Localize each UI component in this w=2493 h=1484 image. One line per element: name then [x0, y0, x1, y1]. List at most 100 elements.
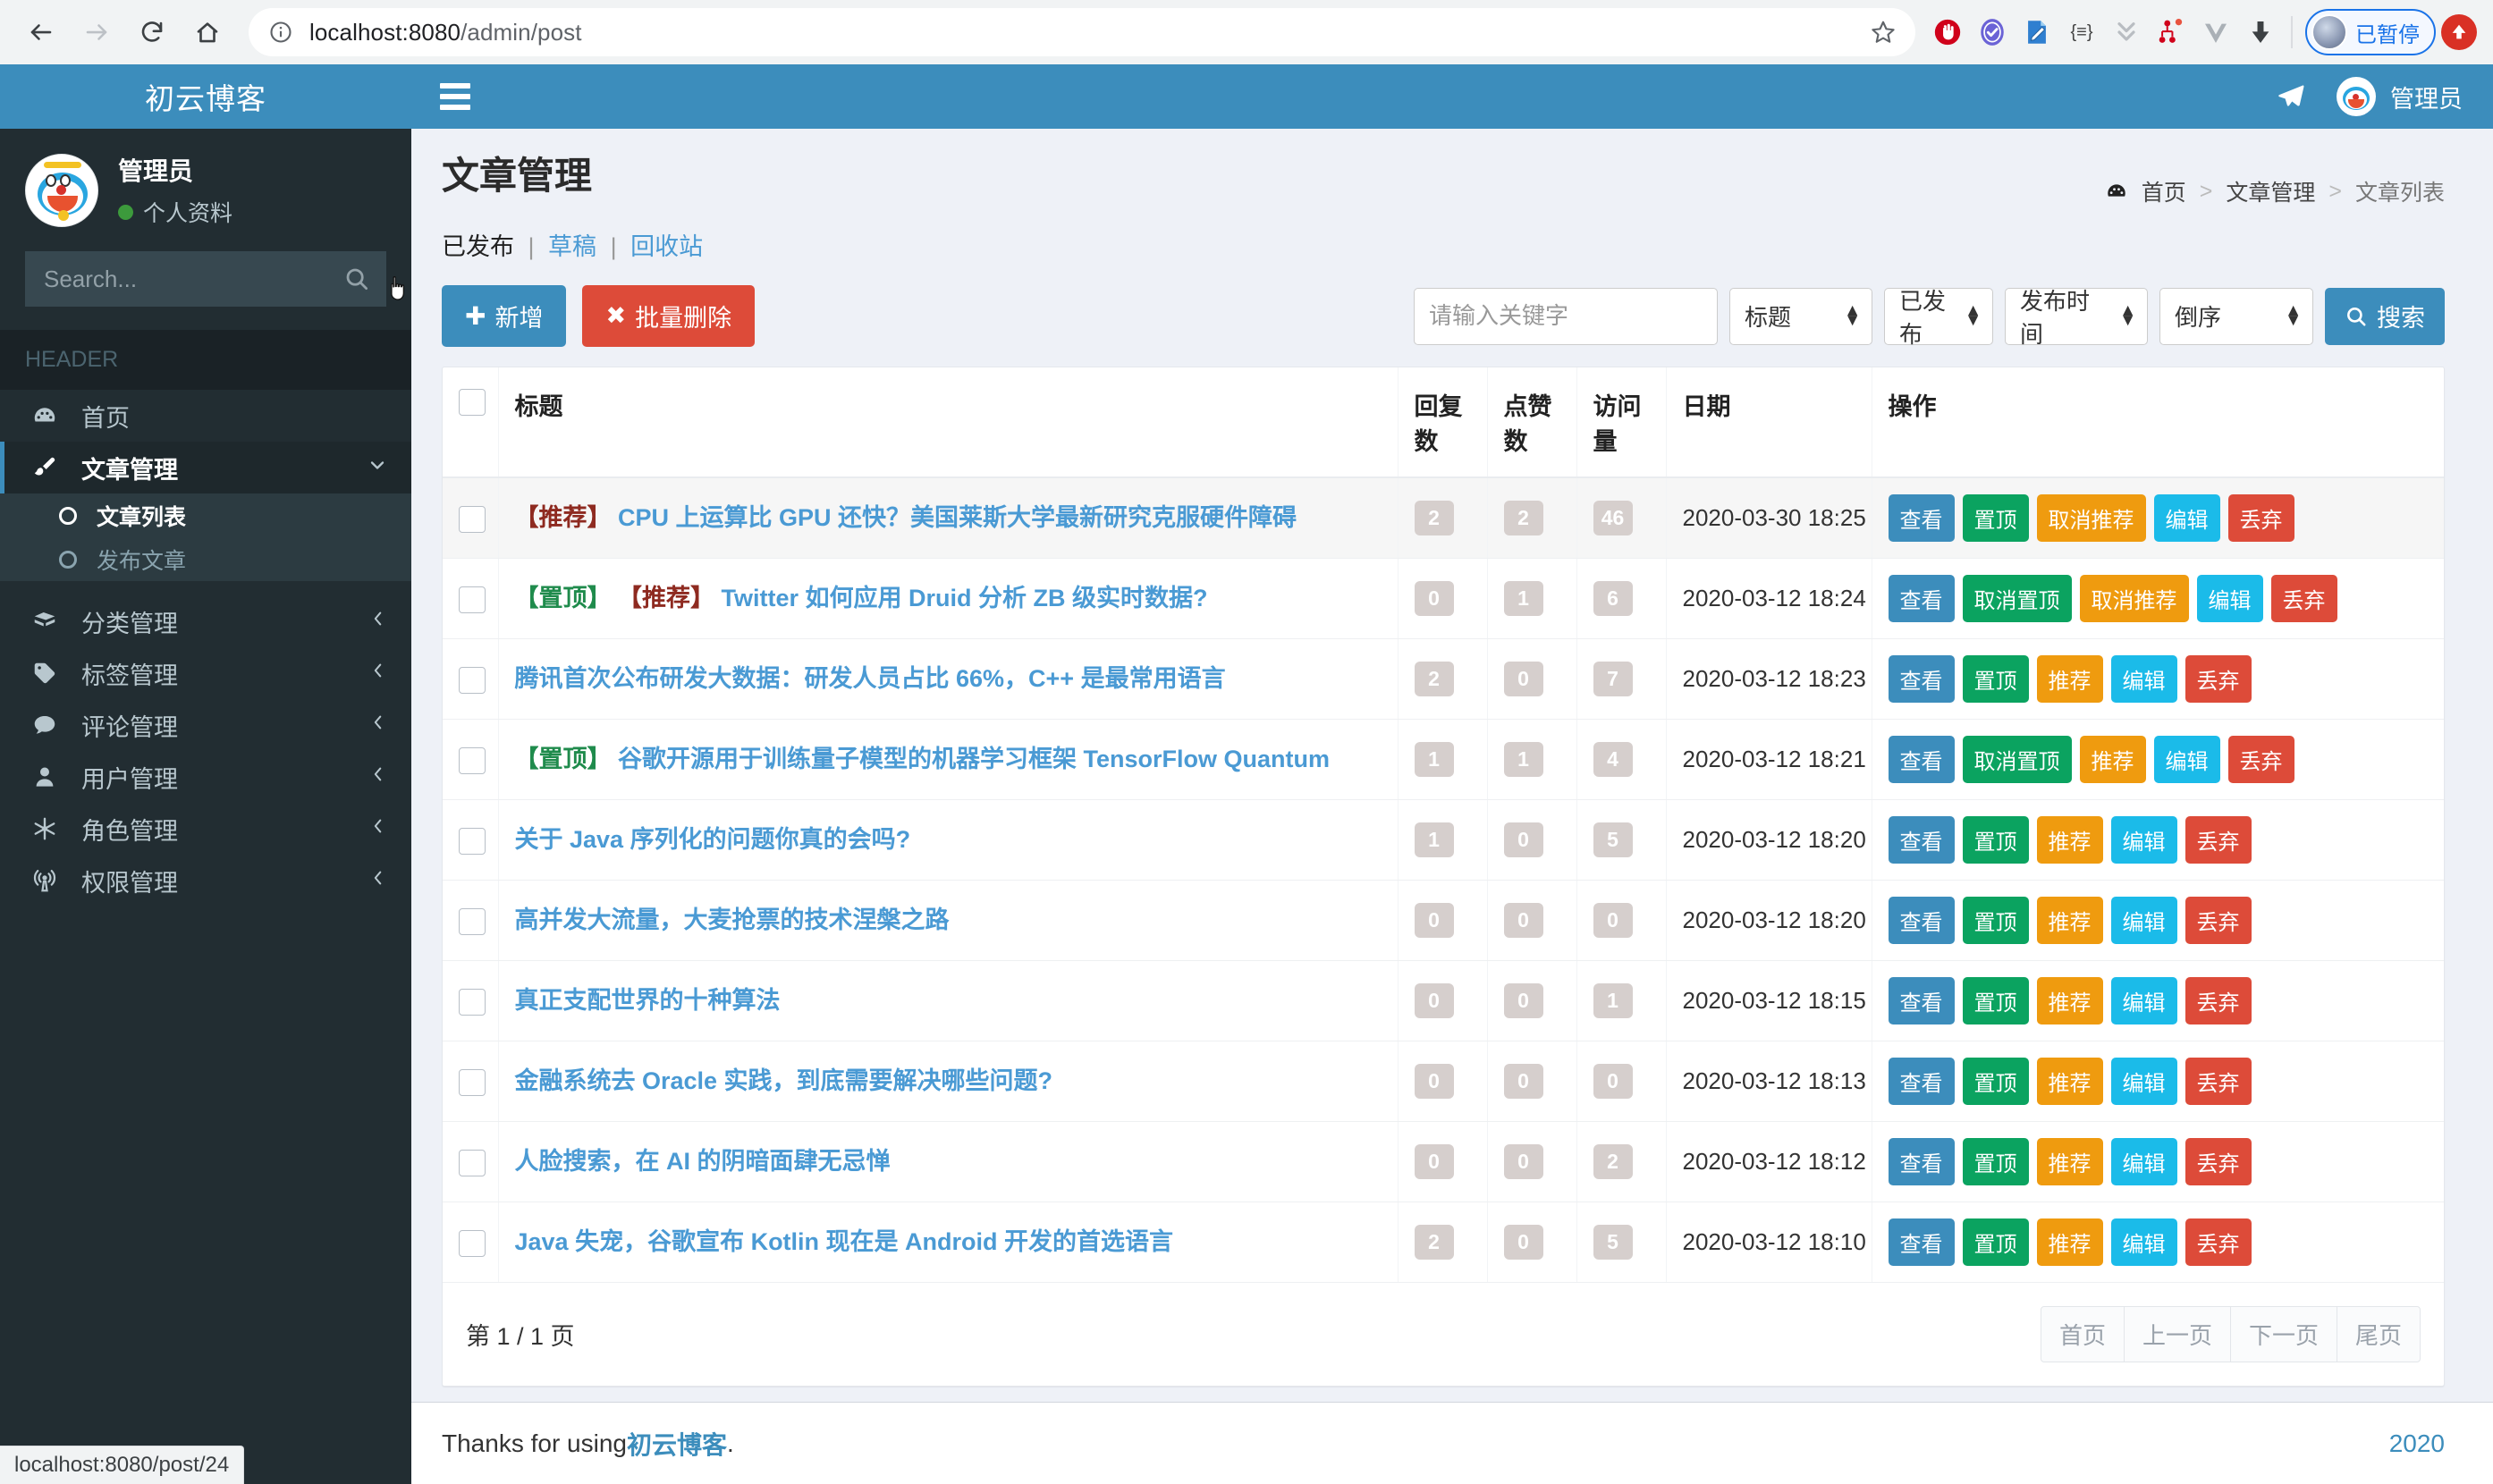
sidebar-item-tag-management[interactable]: 标签管理 [0, 647, 411, 699]
op-button-丢弃[interactable]: 丢弃 [2185, 816, 2252, 864]
footer-brand-link[interactable]: 初云博客 [627, 1426, 727, 1462]
column-header-date[interactable]: 日期 [1666, 367, 1872, 477]
sidebar-item-home[interactable]: 首页 [0, 390, 411, 442]
op-button-丢弃[interactable]: 丢弃 [2228, 494, 2294, 542]
sidebar-item-permission-management[interactable]: 权限管理 [0, 855, 411, 906]
reload-icon[interactable] [127, 7, 177, 57]
sidebar-item-post-list[interactable]: 文章列表 [0, 493, 411, 537]
star-icon[interactable] [1862, 11, 1905, 54]
post-title-link[interactable]: 【置顶】 谷歌开源用于训练量子模型的机器学习框架 TensorFlow Quan… [515, 746, 1331, 772]
op-button-丢弃[interactable]: 丢弃 [2185, 655, 2252, 703]
op-button-查看[interactable]: 查看 [1889, 494, 1955, 542]
row-checkbox[interactable] [459, 667, 486, 694]
search-input[interactable] [25, 251, 386, 307]
op-button-取消推荐[interactable]: 取消推荐 [2037, 494, 2146, 542]
sidebar-item-user-management[interactable]: 用户管理 [0, 751, 411, 803]
op-button-取消置顶[interactable]: 取消置顶 [1963, 736, 2072, 783]
op-button-查看[interactable]: 查看 [1889, 897, 1955, 944]
op-button-推荐[interactable]: 推荐 [2037, 816, 2103, 864]
bulk-delete-button[interactable]: ✖ 批量删除 [582, 285, 755, 347]
post-title-link[interactable]: 高并发大流量，大麦抢票的技术涅槃之路 [515, 906, 950, 933]
op-button-查看[interactable]: 查看 [1889, 977, 1955, 1024]
select-all-checkbox[interactable] [459, 389, 486, 416]
sidebar-user-status[interactable]: 个人资料 [118, 196, 232, 228]
op-button-推荐[interactable]: 推荐 [2037, 1138, 2103, 1185]
op-button-编辑[interactable]: 编辑 [2111, 897, 2177, 944]
navbar-user-menu[interactable]: 管理员 [2337, 77, 2463, 116]
op-button-编辑[interactable]: 编辑 [2154, 736, 2220, 783]
op-button-取消置顶[interactable]: 取消置顶 [1963, 575, 2072, 622]
op-button-推荐[interactable]: 推荐 [2037, 977, 2103, 1024]
order-by-select[interactable]: 发布时间 ▲▼ [2005, 288, 2148, 345]
tab-recycle-bin[interactable]: 回收站 [630, 233, 703, 260]
op-button-丢弃[interactable]: 丢弃 [2185, 977, 2252, 1024]
op-button-编辑[interactable]: 编辑 [2197, 575, 2263, 622]
sidebar-search[interactable] [25, 251, 386, 307]
search-button[interactable]: 搜索 [2325, 288, 2445, 345]
op-button-查看[interactable]: 查看 [1889, 655, 1955, 703]
op-button-推荐[interactable]: 推荐 [2037, 655, 2103, 703]
op-button-置顶[interactable]: 置顶 [1963, 655, 2029, 703]
op-button-丢弃[interactable]: 丢弃 [2185, 1138, 2252, 1185]
sidebar-item-post-management[interactable]: 文章管理 [0, 442, 411, 493]
row-checkbox[interactable] [459, 747, 486, 774]
home-icon[interactable] [182, 7, 232, 57]
op-button-置顶[interactable]: 置顶 [1963, 494, 2029, 542]
post-title-link[interactable]: Java 失宠，谷歌宣布 Kotlin 现在是 Android 开发的首选语言 [515, 1228, 1174, 1255]
pagination-last-button[interactable]: 尾页 [2337, 1306, 2421, 1362]
row-checkbox[interactable] [459, 1230, 486, 1257]
op-button-置顶[interactable]: 置顶 [1963, 977, 2029, 1024]
op-button-取消推荐[interactable]: 取消推荐 [2080, 575, 2189, 622]
op-button-查看[interactable]: 查看 [1889, 1218, 1955, 1266]
update-arrow-icon[interactable] [2441, 14, 2477, 50]
post-title-link[interactable]: 金融系统去 Oracle 实践，到底需要解决哪些问题? [515, 1067, 1053, 1094]
sitemap-extension-icon[interactable] [2153, 14, 2189, 50]
checkmark-shield-extension-icon[interactable] [1974, 14, 2010, 50]
post-title-link[interactable]: 关于 Java 序列化的问题你真的会吗? [515, 826, 911, 853]
hamburger-icon[interactable] [440, 83, 470, 110]
op-button-编辑[interactable]: 编辑 [2111, 1058, 2177, 1105]
op-button-置顶[interactable]: 置顶 [1963, 897, 2029, 944]
post-title-link[interactable]: 腾讯首次公布研发大数据：研发人员占比 66%，C++ 是最常用语言 [515, 665, 1226, 692]
op-button-丢弃[interactable]: 丢弃 [2185, 1218, 2252, 1266]
op-button-编辑[interactable]: 编辑 [2154, 494, 2220, 542]
op-button-查看[interactable]: 查看 [1889, 736, 1955, 783]
sidebar-item-role-management[interactable]: 角色管理 [0, 803, 411, 855]
profile-button[interactable]: 已暂停 [2305, 9, 2436, 55]
op-button-置顶[interactable]: 置顶 [1963, 1218, 2029, 1266]
download-icon[interactable] [2243, 14, 2278, 50]
forward-arrow-icon[interactable] [72, 7, 122, 57]
pagination-prev-button[interactable]: 上一页 [2124, 1306, 2231, 1362]
op-button-编辑[interactable]: 编辑 [2111, 655, 2177, 703]
op-button-推荐[interactable]: 推荐 [2080, 736, 2146, 783]
op-button-查看[interactable]: 查看 [1889, 575, 1955, 622]
op-button-编辑[interactable]: 编辑 [2111, 816, 2177, 864]
notes-extension-icon[interactable] [2019, 14, 2055, 50]
field-select[interactable]: 标题 ▲▼ [1729, 288, 1872, 345]
row-checkbox[interactable] [459, 989, 486, 1016]
sidebar-item-comment-management[interactable]: 评论管理 [0, 699, 411, 751]
tab-draft[interactable]: 草稿 [548, 233, 596, 260]
op-button-编辑[interactable]: 编辑 [2111, 1138, 2177, 1185]
chevrons-down-extension-icon[interactable] [2108, 14, 2144, 50]
row-checkbox[interactable] [459, 586, 486, 613]
adblock-extension-icon[interactable] [1930, 14, 1965, 50]
op-button-编辑[interactable]: 编辑 [2111, 1218, 2177, 1266]
op-button-查看[interactable]: 查看 [1889, 1138, 1955, 1185]
op-button-丢弃[interactable]: 丢弃 [2185, 1058, 2252, 1105]
post-title-link[interactable]: 【推荐】 CPU 上运算比 GPU 还快？美国莱斯大学最新研究克服硬件障碍 [515, 504, 1297, 531]
op-button-推荐[interactable]: 推荐 [2037, 1218, 2103, 1266]
op-button-置顶[interactable]: 置顶 [1963, 1138, 2029, 1185]
op-button-置顶[interactable]: 置顶 [1963, 1058, 2029, 1105]
post-title-link[interactable]: 【置顶】 【推荐】 Twitter 如何应用 Druid 分析 ZB 级实时数据… [515, 585, 1208, 611]
row-checkbox[interactable] [459, 1069, 486, 1096]
breadcrumb-item-home[interactable]: 首页 [2142, 175, 2186, 207]
op-button-推荐[interactable]: 推荐 [2037, 1058, 2103, 1105]
post-title-link[interactable]: 真正支配世界的十种算法 [515, 987, 781, 1014]
keyword-input[interactable] [1414, 288, 1718, 345]
info-circle-icon[interactable] [268, 20, 293, 45]
tab-published[interactable]: 已发布 [442, 233, 514, 260]
row-checkbox[interactable] [459, 506, 486, 533]
add-button[interactable]: ✚ 新增 [442, 285, 566, 347]
column-header-views[interactable]: 访问量 [1576, 367, 1666, 477]
